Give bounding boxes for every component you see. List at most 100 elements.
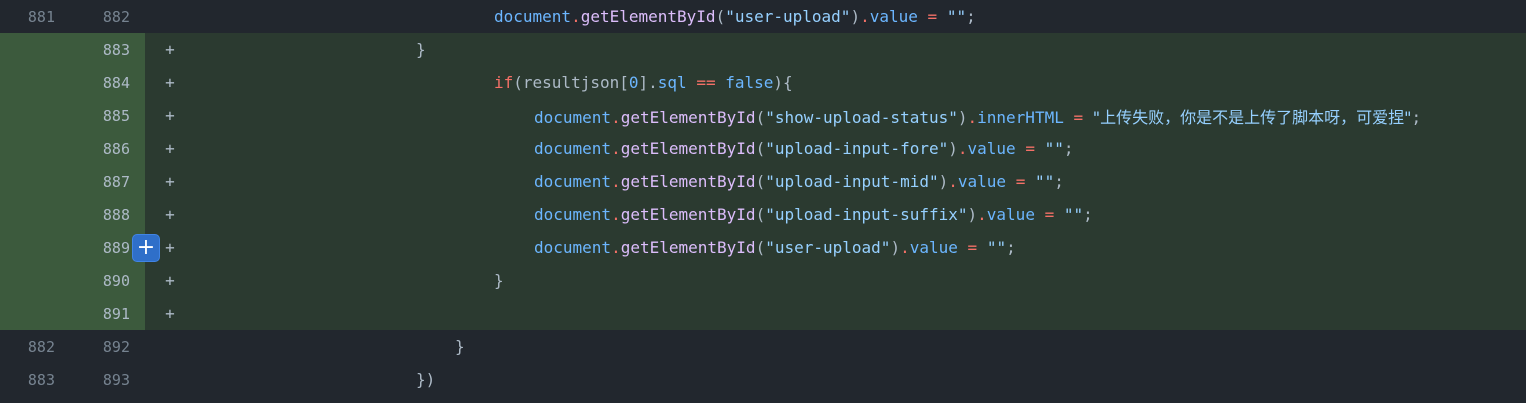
code-token: }) [416, 370, 436, 389]
code-token: "" [1044, 139, 1064, 158]
code-line: } [185, 337, 465, 356]
new-line-number[interactable]: 882 [72, 0, 145, 33]
code-token: "upload-input-fore" [765, 139, 949, 158]
diff-line: 881 882 document.getElementById("user-up… [0, 0, 1526, 33]
code-token: "上传失败，你是不是上传了脚本呀，可爱捏" [1092, 107, 1412, 127]
new-line-number[interactable]: 883 [72, 33, 145, 66]
code-token: . [957, 139, 968, 158]
old-line-number [0, 297, 72, 330]
code-token: "" [1034, 172, 1055, 191]
old-line-number [0, 231, 72, 264]
code-token: . [611, 238, 621, 257]
code-line: document.getElementById("show-upload-sta… [185, 104, 1421, 128]
code-token: } [494, 271, 504, 290]
code-token: ) [957, 107, 968, 127]
code-token: = [1015, 172, 1026, 191]
code-token: document [494, 7, 572, 26]
code-token: sql [657, 73, 687, 92]
diff-line: 882 892 } [0, 330, 1526, 363]
code-line: document.getElementById("user-upload").v… [185, 238, 1016, 257]
code-line: document.getElementById("upload-input-mi… [185, 172, 1064, 191]
old-line-number[interactable]: 883 [0, 363, 72, 396]
code-token: = [967, 238, 978, 257]
code-token: } [455, 337, 465, 356]
code-token: value [986, 205, 1035, 224]
code-token: getElementById [620, 139, 756, 158]
code-token: . [611, 139, 621, 158]
code-token: = [1025, 139, 1035, 158]
diff-line: 883 893 }) [0, 363, 1526, 396]
code-token: if [494, 73, 514, 92]
diff-line-added: 883 + } [0, 33, 1526, 66]
diff-line-added: 888 + document.getElementById("upload-in… [0, 198, 1526, 231]
code-token: ) [948, 139, 958, 158]
diff-marker: + [165, 139, 175, 158]
code-token: value [909, 238, 958, 257]
new-line-number[interactable]: 884 [72, 66, 145, 99]
diff-marker: + [165, 73, 175, 92]
diff-line-added: 884 + if(resultjson[0].sql == false){ [0, 66, 1526, 99]
code-token: ; [1411, 107, 1422, 127]
code-token: = [927, 7, 938, 26]
old-line-number [0, 132, 72, 165]
diff-marker: + [165, 271, 175, 290]
code-line: document.getElementById("upload-input-fo… [185, 139, 1074, 158]
diff-marker: + [165, 106, 175, 125]
code-token: document [534, 107, 612, 127]
new-line-number[interactable]: 891 [72, 297, 145, 330]
code-token: "" [986, 238, 1007, 257]
code-token: } [416, 40, 426, 59]
new-line-number[interactable]: 887 [72, 165, 145, 198]
code-token: . [860, 7, 870, 26]
code-token: ; [1063, 139, 1074, 158]
code-token: getElementById [620, 238, 756, 257]
old-line-number [0, 264, 72, 297]
code-token: ( [755, 238, 766, 257]
diff-view: 881 882 document.getElementById("user-up… [0, 0, 1526, 396]
code-token: value [957, 172, 1007, 191]
add-comment-button[interactable]: + [133, 235, 159, 261]
code-token: . [611, 107, 621, 127]
code-token: . [611, 172, 621, 191]
code-token: ( [715, 7, 726, 26]
new-line-number[interactable]: 885 [72, 99, 145, 132]
code-token: getElementById [620, 172, 756, 191]
code-line: } [185, 40, 426, 59]
code-token: ) [890, 238, 901, 257]
code-token: ; [966, 7, 976, 26]
new-line-number[interactable]: 890 [72, 264, 145, 297]
code-token: "show-upload-status" [765, 107, 958, 127]
code-token: == [696, 73, 716, 92]
code-token: "upload-input-suffix" [765, 205, 968, 224]
code-token: getElementById [620, 205, 756, 224]
new-line-number[interactable]: 892 [72, 330, 145, 363]
diff-marker: + [165, 205, 175, 224]
code-token: ]. [638, 73, 658, 92]
code-token: ; [1054, 172, 1064, 191]
code-token: ) [938, 172, 949, 191]
code-token: . [900, 238, 910, 257]
code-token: ( [755, 139, 766, 158]
plus-icon: + [136, 235, 156, 260]
diff-line-added: 889 + document.getElementById("user-uplo… [0, 231, 1526, 264]
old-line-number[interactable]: 881 [0, 0, 72, 33]
code-token: false [725, 73, 774, 92]
code-token: value [967, 139, 1016, 158]
code-token: . [611, 205, 621, 224]
code-token: document [534, 238, 612, 257]
code-token: value [869, 7, 918, 26]
old-line-number[interactable]: 882 [0, 330, 72, 363]
new-line-number[interactable]: 886 [72, 132, 145, 165]
diff-line-added: 891 + [0, 297, 1526, 330]
new-line-number[interactable]: 893 [72, 363, 145, 396]
old-line-number [0, 198, 72, 231]
code-token: getElementById [580, 7, 716, 26]
code-token: ; [1083, 205, 1093, 224]
new-line-number[interactable]: 888 [72, 198, 145, 231]
old-line-number [0, 33, 72, 66]
code-line: if(resultjson[0].sql == false){ [185, 73, 793, 92]
code-token: "" [946, 7, 967, 26]
old-line-number [0, 165, 72, 198]
diff-marker: + [165, 304, 175, 323]
code-token: = [1073, 107, 1084, 127]
